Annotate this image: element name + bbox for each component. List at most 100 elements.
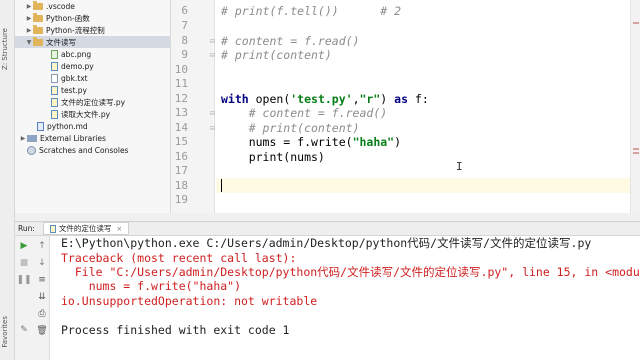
line-number: 16 [174,150,188,163]
structure-tool-label[interactable]: Z: Structure [1,28,9,70]
python-file-icon [49,224,56,233]
tree-item-label: Python-函数 [46,13,90,23]
keyword: as [394,92,408,106]
line-number: 14 [174,121,188,134]
tree-item-label: abc.png [61,49,92,59]
string-literal: 'test.py' [290,92,353,106]
libraries-icon [27,134,37,142]
line-number: 17 [174,164,188,177]
tree-item-scratches[interactable]: Scratches and Consoles [27,144,128,156]
code-line: # content = f.read() [221,34,360,48]
line-number: 7 [181,19,188,32]
chevron-right-icon[interactable]: ▶ [19,135,27,142]
line-number: 13 [174,106,188,119]
keyword: with [221,92,249,106]
traceback-file-link[interactable]: C:/Users/admin/Desktop/python代码/文件读写/文件的… [116,265,501,279]
warning-marker[interactable] [633,22,639,24]
folder-icon [33,36,43,46]
fold-marker-icon[interactable]: ⊟ [210,110,215,117]
close-tab-icon[interactable]: × [116,225,122,233]
pause-icon[interactable]: ❚❚ [16,274,31,286]
code-line-with: with open('test.py',"r") as f: [221,92,429,106]
tree-item-label: Python-流程控制 [46,25,105,35]
wrap-icon[interactable]: ≡ [36,274,48,286]
tree-item-python-md[interactable]: python.md [37,120,88,132]
scroll-to-end-icon[interactable]: ⇊ [36,291,48,303]
error-stripe[interactable] [630,0,640,213]
line-number: 19 [174,193,188,206]
warning-marker[interactable] [633,148,639,150]
console-code-line: nums = f.write("haha") [61,279,242,293]
tree-item-test-py[interactable]: test.py [51,84,87,96]
scroll-down-icon[interactable]: ↓ [36,257,48,269]
run-tab-label: 文件的定位读写 [58,224,112,233]
string-literal: "haha" [352,135,395,149]
fold-marker-icon[interactable]: ⊟ [210,52,215,59]
chevron-right-icon[interactable]: ▶ [25,27,33,34]
code-line: # print(content) [221,48,332,62]
favorites-tool-label[interactable]: Favorites [1,316,9,348]
chevron-down-icon[interactable]: ▼ [25,39,33,46]
python-file-icon [51,61,58,71]
stop-icon[interactable]: ■ [18,257,30,269]
line-number: 12 [174,92,188,105]
editor-gutter: 6 7 8 9 10 11 12 13 14 15 16 17 18 19 ⊟ … [171,0,215,213]
run-toolbar: ▶ ↑ ■ ↓ ❚❚ ≡ ⇊ ⎙ ✎ 🗑 [15,236,50,360]
text-file-icon [51,73,58,83]
tree-item-gbk-txt[interactable]: gbk.txt [51,72,88,84]
line-number: 6 [181,4,188,17]
console-file-line: File "C:/Users/admin/Desktop/python代码/文件… [61,265,640,279]
line-number: 18 [174,179,188,192]
tree-item-locate-rw-py[interactable]: 文件的定位读写.py [51,96,125,108]
fold-marker-icon[interactable]: ⊟ [210,125,215,132]
folder-icon [33,12,43,22]
fold-marker-icon[interactable]: ⊟ [210,38,215,45]
folder-icon [33,0,43,10]
left-tool-strip: Z: Structure Favorites [0,0,15,360]
rerun-icon[interactable]: ▶ [18,240,30,252]
tree-item-label: 文件的定位读写.py [61,97,126,107]
tree-item-demo-py[interactable]: demo.py [51,60,94,72]
tree-item-file-rw-folder[interactable]: ▼ 文件读写 [15,36,170,48]
code-editor[interactable]: # print(f.tell()) # 2 # content = f.read… [216,0,630,213]
pin-icon[interactable]: ✎ [18,324,30,336]
tree-item-vscode[interactable]: ▶ .vscode [25,0,75,12]
console-exit-status: Process finished with exit code 1 [61,323,290,337]
tree-item-label: 文件读写 [46,37,76,47]
chevron-right-icon[interactable]: ▶ [25,3,33,10]
tree-item-label: Scratches and Consoles [39,145,129,155]
tree-item-external-libraries[interactable]: ▶ External Libraries [19,132,106,144]
mouse-ibeam-cursor-icon: I [456,160,463,173]
warning-marker[interactable] [633,152,639,154]
tree-item-label: gbk.txt [61,73,88,83]
tree-item-python-control-flow[interactable]: ▶ Python-流程控制 [25,24,105,36]
console-error: io.UnsupportedOperation: not writable [61,294,318,308]
python-file-icon [51,109,58,119]
tree-item-read-big-file-py[interactable]: 读取大文件.py [51,108,110,120]
python-file-icon [51,85,58,95]
tree-item-abc-png[interactable]: abc.png [51,48,91,60]
tree-item-label: demo.py [61,61,94,71]
code-line: # print(f.tell()) # 2 [221,4,402,18]
chevron-right-icon[interactable]: ▶ [25,15,33,22]
scratches-icon [27,145,36,155]
trash-icon[interactable]: 🗑 [36,325,48,337]
tree-item-label: test.py [61,85,87,95]
line-number: 11 [174,77,188,90]
panel-splitter[interactable] [15,213,640,221]
console-output[interactable]: E:\Python\python.exe C:/Users/admin/Desk… [51,236,640,360]
run-tab[interactable]: 文件的定位读写 × [42,222,130,235]
line-number: 9 [181,48,188,61]
print-icon[interactable]: ⎙ [36,308,48,320]
markdown-file-icon [37,121,44,131]
run-panel-header: Run: 文件的定位读写 × [15,221,640,236]
line-number: 8 [181,34,188,47]
current-line-highlight [216,178,630,193]
console-traceback: Traceback (most recent call last): [61,251,297,265]
project-tree: ▶ .vscode ▶ Python-函数 ▶ Python-流程控制 ▼ 文件… [15,0,171,213]
tree-item-python-functions[interactable]: ▶ Python-函数 [25,12,90,24]
run-panel-label: Run: [18,224,35,233]
scroll-up-icon[interactable]: ↑ [36,240,48,252]
code-line-write: nums = f.write("haha") [221,135,402,149]
tree-item-label: 读取大文件.py [61,109,111,119]
